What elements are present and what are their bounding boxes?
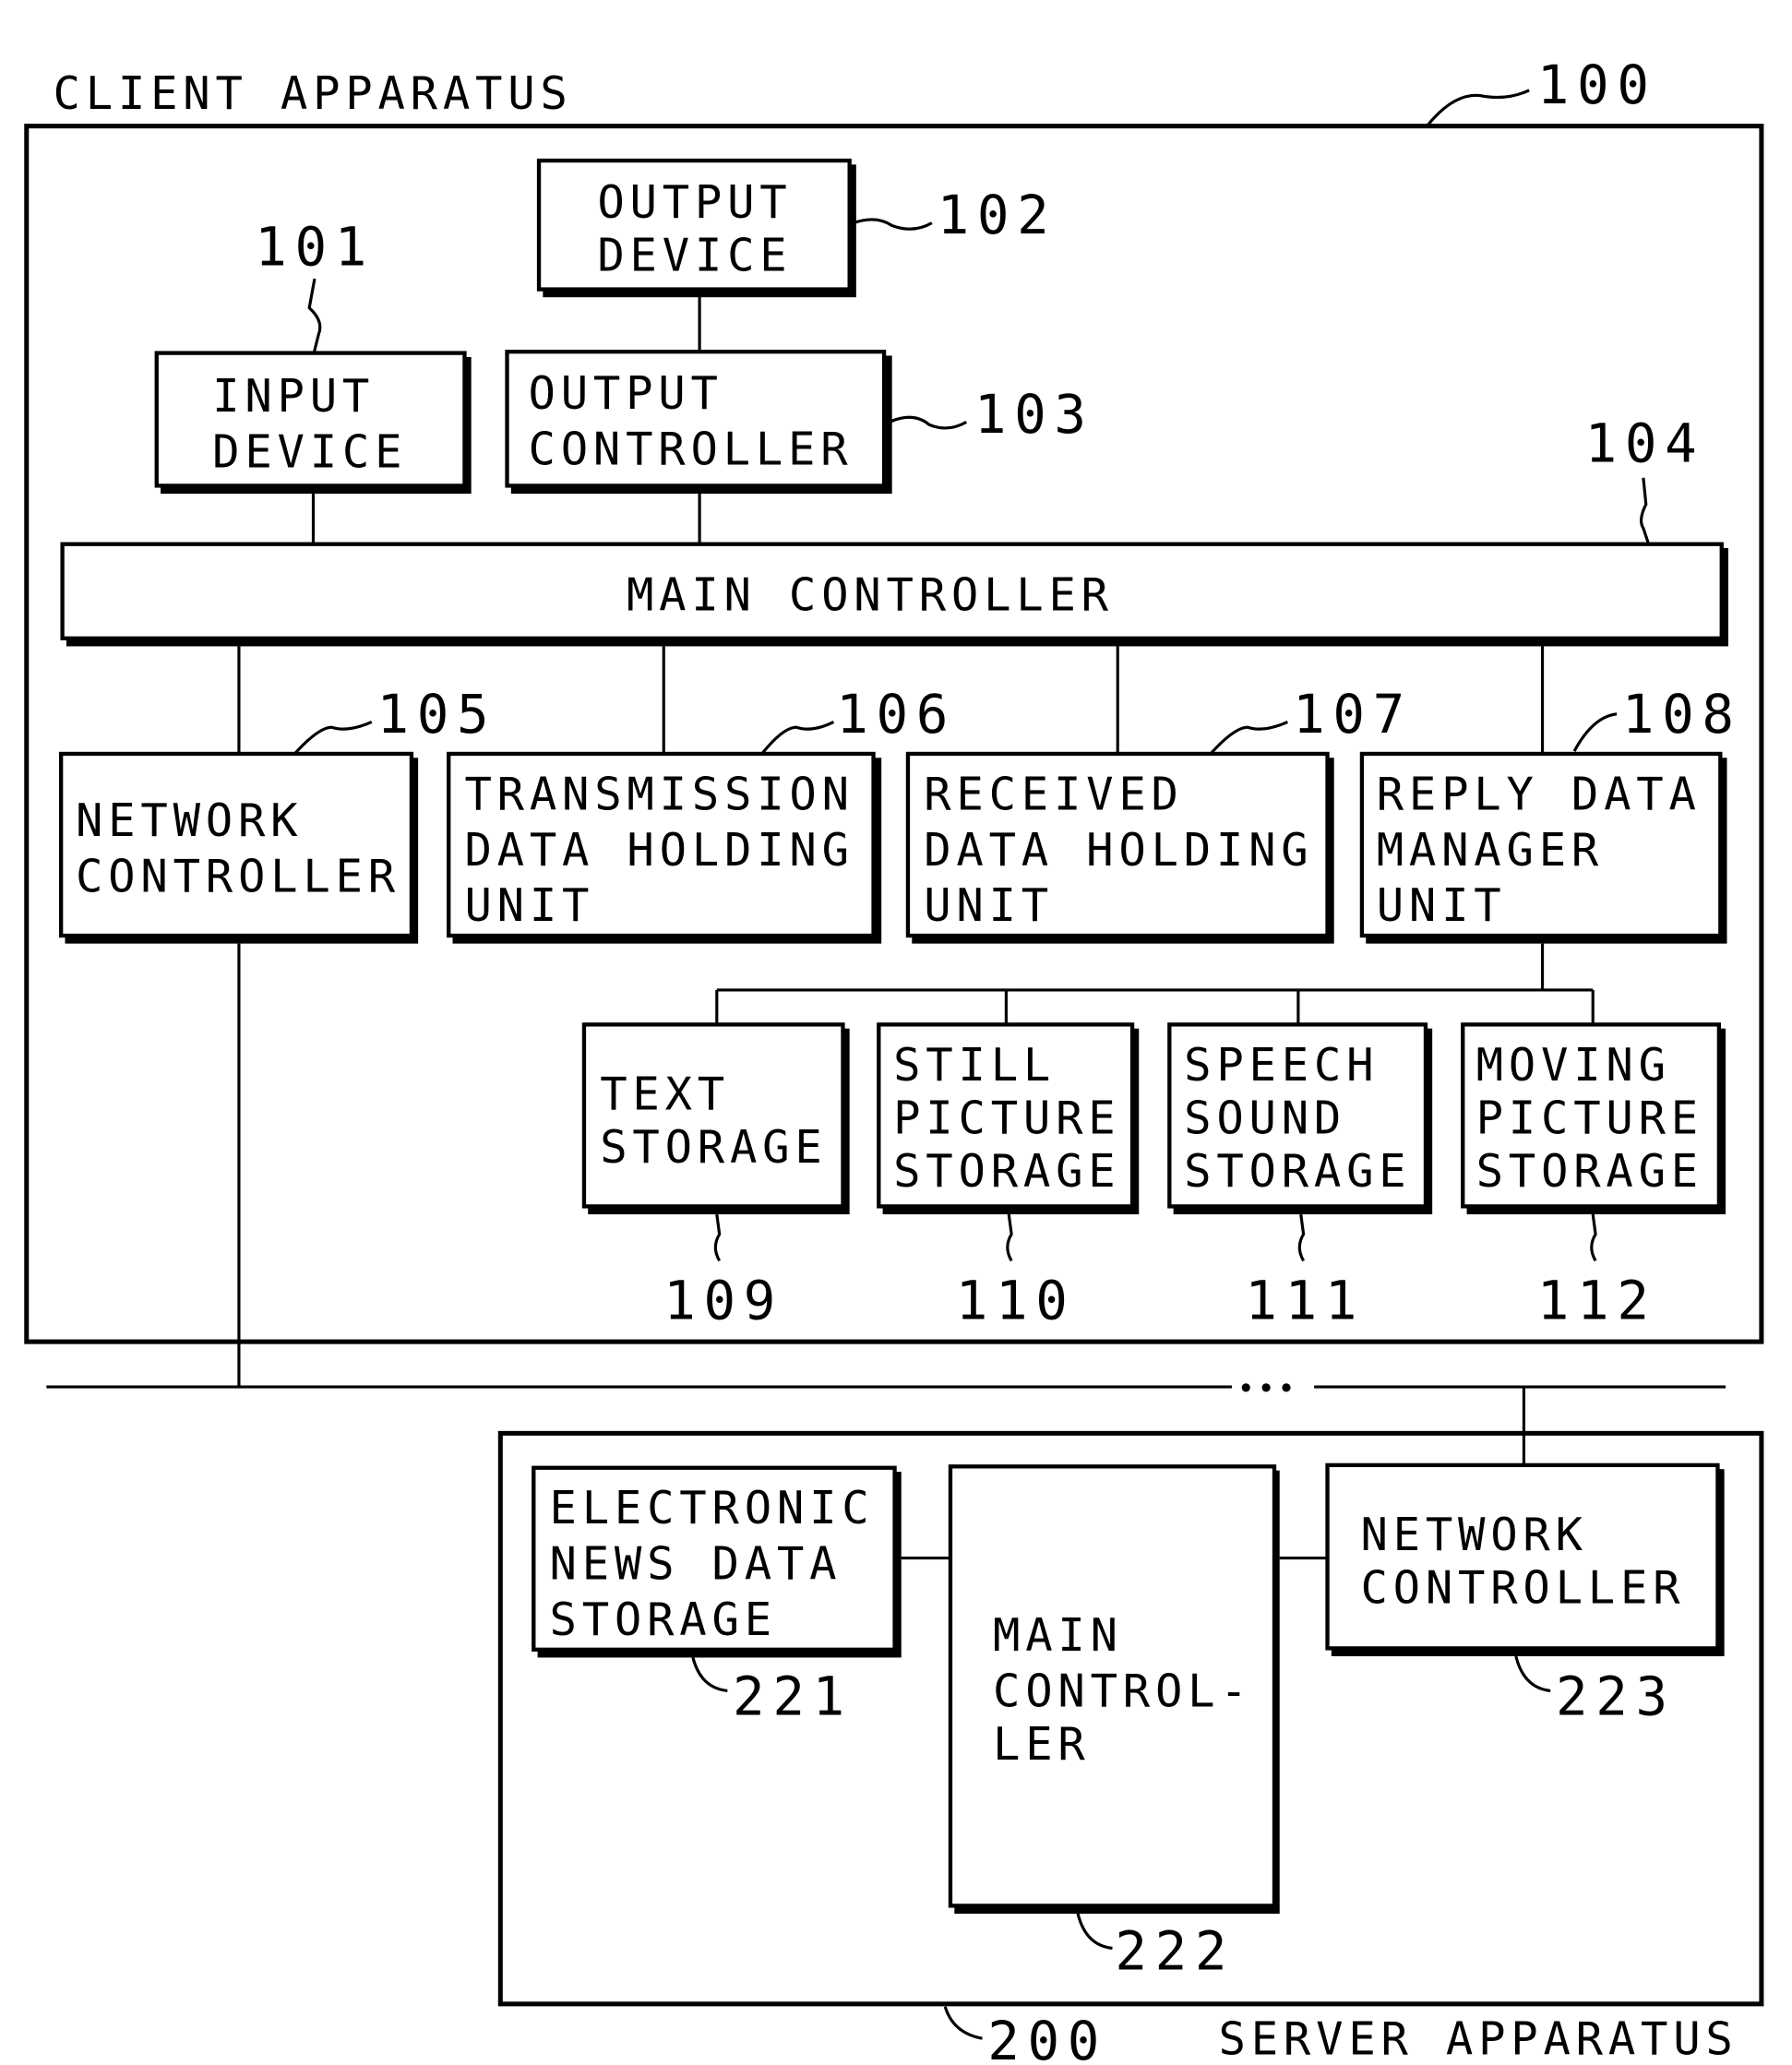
moving-picture-line-1: MOVING (1476, 1039, 1671, 1092)
ref-105: 105 (377, 684, 497, 746)
output-controller-line-1: OUTPUT (529, 367, 723, 420)
ref-103: 103 (974, 384, 1094, 446)
leader-111 (1297, 1213, 1306, 1262)
input-device-line-2: DEVICE (212, 425, 407, 478)
output-controller-block: OUTPUT CONTROLLER (505, 349, 892, 495)
output-device-line-2: DEVICE (597, 229, 792, 281)
ref-110: 110 (956, 1271, 1076, 1332)
speech-sound-storage-block: SPEECH SOUND STORAGE (1167, 1022, 1433, 1215)
leader-101 (307, 278, 322, 356)
leader-104 (1640, 477, 1651, 545)
moving-picture-storage-block: MOVING PICTURE STORAGE (1461, 1022, 1726, 1215)
output-device-block: OUTPUT DEVICE (536, 158, 856, 298)
ref-106: 106 (836, 684, 956, 746)
leader-105 (293, 720, 373, 756)
server-apparatus-label: SERVER APPARATUS (1219, 2012, 1738, 2065)
input-device-line-1: INPUT (212, 370, 375, 423)
server-network-controller-block: NETWORK CONTROLLER (1325, 1462, 1725, 1657)
still-picture-line-1: STILL (893, 1039, 1056, 1092)
still-picture-line-3: STORAGE (893, 1145, 1120, 1198)
leader-222 (1076, 1913, 1113, 1951)
input-device-block: INPUT DEVICE (154, 351, 472, 495)
leader-112 (1590, 1213, 1597, 1262)
received-line-1: RECEIVED (924, 768, 1184, 820)
still-picture-storage-block: STILL PICTURE STORAGE (877, 1022, 1140, 1215)
ref-223: 223 (1556, 1665, 1676, 1727)
moving-picture-line-3: STORAGE (1476, 1145, 1703, 1198)
reply-line-3: UNIT (1377, 879, 1507, 932)
text-storage-line-2: STORAGE (600, 1121, 827, 1174)
transmission-line-2: DATA HOLDING (464, 824, 854, 877)
ref-112: 112 (1537, 1271, 1657, 1332)
ref-221: 221 (733, 1665, 853, 1727)
text-storage-block: TEXT STORAGE (581, 1022, 850, 1215)
server-main-controller-line-3: LER (993, 1718, 1091, 1771)
leader-100 (1426, 89, 1530, 127)
server-main-controller-block: MAIN CONTROL- LER (948, 1464, 1280, 1915)
leader-107 (1209, 720, 1289, 756)
client-network-controller-line-1: NETWORK (76, 794, 303, 847)
leader-108 (1572, 712, 1618, 752)
output-controller-line-2: CONTROLLER (529, 423, 854, 475)
news-storage-line-1: ELECTRONIC (550, 1482, 875, 1534)
network-ellipsis: ••• (1237, 1373, 1298, 1406)
client-apparatus-label: CLIENT APPARATUS (54, 67, 573, 120)
text-storage-line-1: TEXT (600, 1068, 730, 1120)
ref-104: 104 (1585, 413, 1705, 475)
ref-108: 108 (1622, 684, 1742, 746)
transmission-line-1: TRANSMISSION (464, 768, 854, 820)
leader-106 (760, 721, 835, 755)
server-network-controller-line-1: NETWORK (1360, 1509, 1587, 1561)
still-picture-line-2: PICTURE (893, 1092, 1120, 1144)
speech-sound-line-2: SOUND (1184, 1092, 1346, 1144)
client-network-controller-block: NETWORK CONTROLLER (59, 751, 419, 944)
block-diagram: CLIENT APPARATUS 100 OUTPUT DEVICE 102 1… (24, 54, 1764, 2065)
ref-111: 111 (1245, 1271, 1365, 1332)
moving-picture-line-2: PICTURE (1476, 1092, 1703, 1144)
speech-sound-line-1: SPEECH (1184, 1039, 1379, 1092)
server-network-controller-line-2: CONTROLLER (1360, 1561, 1685, 1614)
transmission-data-holding-block: TRANSMISSION DATA HOLDING UNIT (447, 751, 882, 944)
server-main-controller-line-1: MAIN (993, 1609, 1123, 1662)
ref-102: 102 (938, 185, 1057, 246)
leader-110 (1006, 1213, 1013, 1262)
received-data-holding-block: RECEIVED DATA HOLDING UNIT (905, 751, 1334, 944)
reply-data-manager-block: REPLY DATA MANAGER UNIT (1359, 751, 1727, 944)
ref-101: 101 (255, 217, 375, 279)
leader-223 (1514, 1655, 1551, 1692)
ref-100: 100 (1537, 54, 1657, 116)
main-controller-label: MAIN CONTROLLER (627, 569, 1114, 622)
ref-109: 109 (663, 1271, 783, 1332)
leader-103 (889, 415, 968, 430)
speech-sound-line-3: STORAGE (1184, 1145, 1411, 1198)
output-device-line-1: OUTPUT (597, 176, 792, 229)
ref-200: 200 (987, 2011, 1107, 2065)
electronic-news-data-storage-block: ELECTRONIC NEWS DATA STORAGE (532, 1465, 902, 1658)
news-storage-line-3: STORAGE (550, 1594, 777, 1646)
leader-200 (943, 2006, 983, 2040)
leader-221 (691, 1657, 728, 1692)
ref-107: 107 (1293, 684, 1413, 746)
transmission-line-3: UNIT (464, 879, 594, 932)
received-line-3: UNIT (924, 879, 1054, 932)
received-line-2: DATA HOLDING (924, 824, 1313, 877)
leader-102 (853, 218, 933, 231)
server-main-controller-line-2: CONTROL- (993, 1665, 1253, 1718)
client-network-controller-line-2: CONTROLLER (76, 851, 400, 903)
reply-line-2: MANAGER (1377, 824, 1604, 877)
ref-222: 222 (1115, 1920, 1235, 1982)
reply-line-1: REPLY DATA (1377, 768, 1702, 820)
leader-109 (713, 1213, 722, 1262)
main-controller-block: MAIN CONTROLLER (60, 542, 1728, 647)
news-storage-line-2: NEWS DATA (550, 1538, 842, 1591)
